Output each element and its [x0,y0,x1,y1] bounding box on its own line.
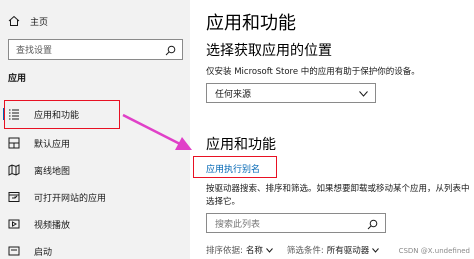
apps-for-websites-icon [8,191,20,203]
sidebar-item-default-apps[interactable]: 默认应用 [0,130,190,156]
sidebar-item-startup[interactable]: 启动 [0,238,190,259]
annotation-highlight-box [4,100,120,129]
sort-label: 排序依据: [206,246,243,256]
page-title: 应用和功能 [206,13,296,34]
home-nav-item[interactable]: 主页 [8,13,48,29]
annotation-highlight-box [193,156,277,178]
settings-search-input[interactable]: 查找设置 [8,39,183,60]
sort-filter-row: 排序依据: 名称 筛选条件: 所有驱动器 [206,244,393,256]
install-source-dropdown[interactable]: 任何来源 [206,83,376,103]
startup-icon [8,245,20,257]
sidebar-item-apps-for-websites[interactable]: 可打开网站的应用 [0,184,190,210]
list-search-placeholder: 搜索此列表 [215,219,261,230]
location-description: 仅安装 Microsoft Store 中的应用有助于保护你的设备。 [206,67,420,77]
sidebar-item-label: 离线地图 [34,166,71,177]
search-description-line-2: 选择它。 [206,197,241,207]
sort-dropdown[interactable]: 名称 [246,244,263,256]
filter-dropdown[interactable]: 所有驱动器 [327,244,370,256]
sidebar-item-label: 启动 [34,247,53,258]
search-description: 按驱动器搜索、排序和筛选。如果想要卸载或移动某个应用，从列表中 选择它。 [206,183,470,209]
video-playback-icon [8,218,20,230]
search-placeholder: 查找设置 [16,46,53,56]
settings-sidebar: 主页 查找设置 应用 应用和功能 默认应用 离线地图 可打开网站的应用 视频播放… [0,0,190,259]
sidebar-item-offline-maps[interactable]: 离线地图 [0,157,190,183]
home-icon [8,15,20,26]
default-apps-icon [8,137,20,149]
sidebar-item-label: 可打开网站的应用 [34,193,107,204]
chevron-down-icon [359,91,368,97]
chevron-down-icon[interactable] [266,247,273,253]
sidebar-item-label: 默认应用 [34,139,71,150]
apps-features-heading: 应用和功能 [206,137,276,153]
search-icon [367,219,378,230]
home-label: 主页 [30,17,49,28]
section-title-apps: 应用 [8,74,27,84]
location-heading: 选择获取应用的位置 [206,43,332,59]
chevron-down-icon[interactable] [372,247,380,253]
app-list-search-input[interactable]: 搜索此列表 [206,213,386,233]
filter-label: 筛选条件: [286,246,324,256]
sidebar-item-label: 视频播放 [34,220,71,231]
search-description-line-1: 按驱动器搜索、排序和筛选。如果想要卸载或移动某个应用，从列表中 [206,184,470,194]
offline-maps-icon [8,164,20,176]
search-icon[interactable] [165,45,176,56]
dropdown-value: 任何来源 [215,89,252,100]
watermark: CSDN @X.undefined [398,247,470,255]
sidebar-item-video-playback[interactable]: 视频播放 [0,211,190,237]
